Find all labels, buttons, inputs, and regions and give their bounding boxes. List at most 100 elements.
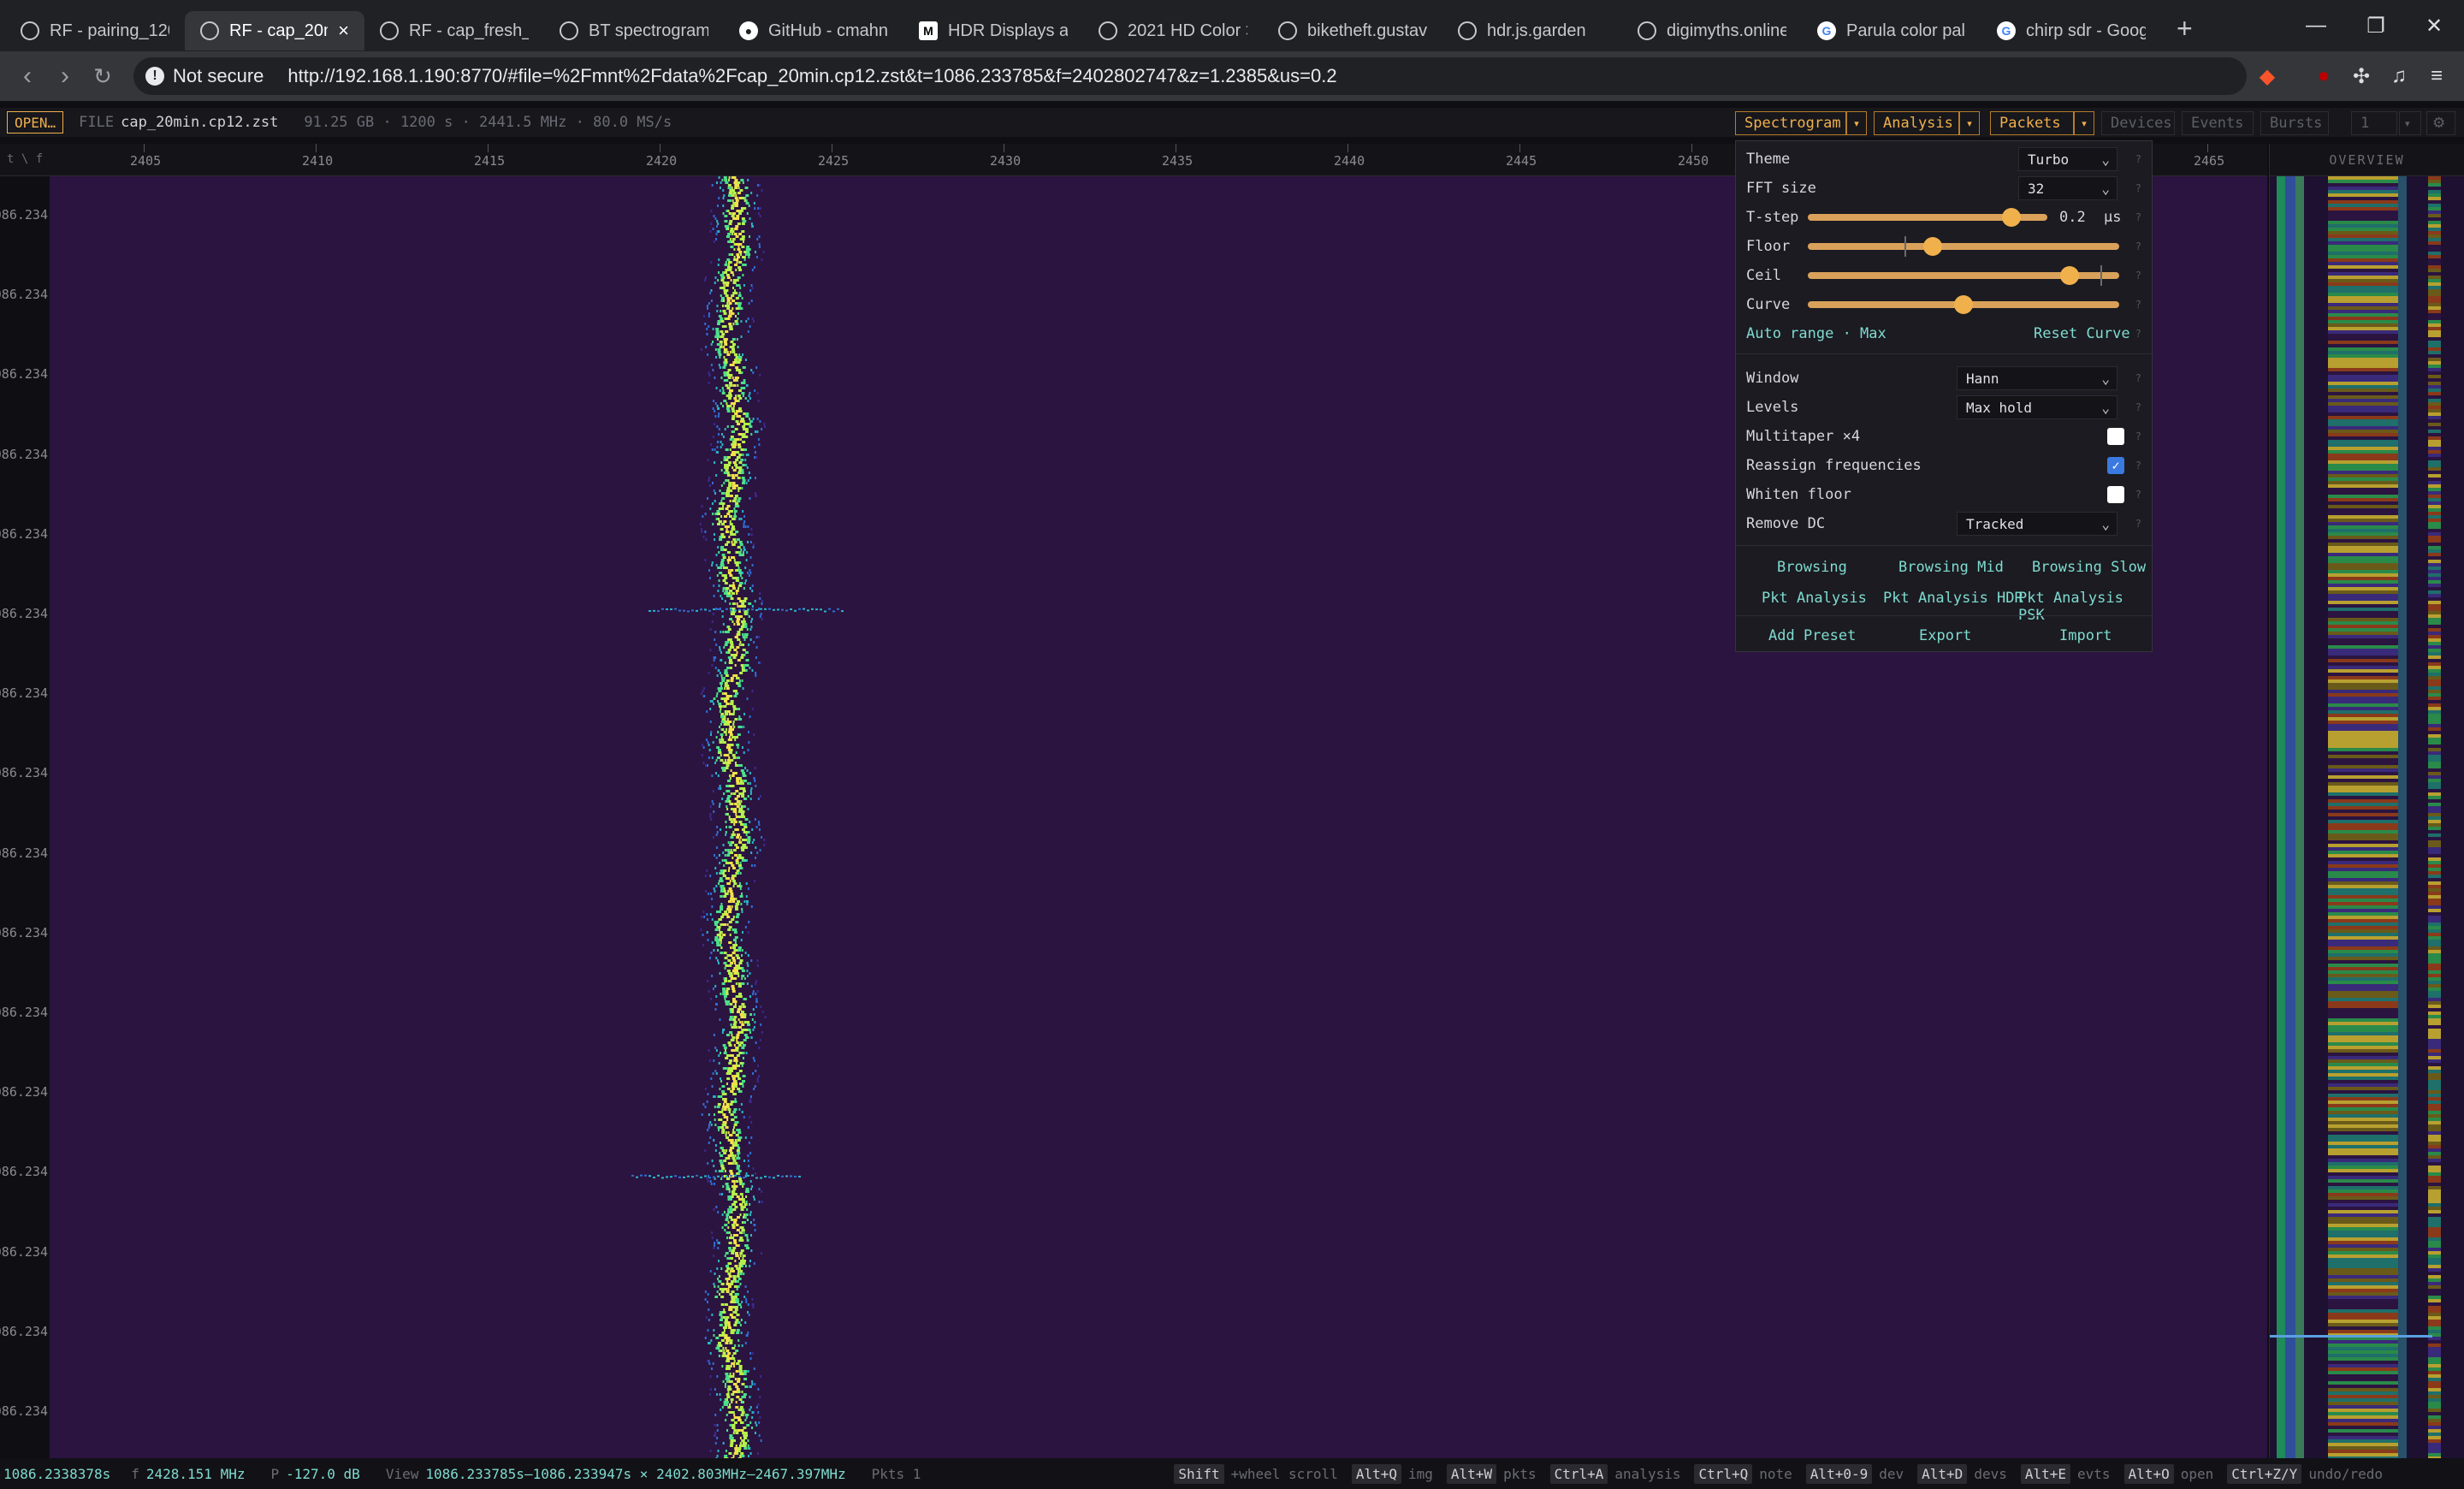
overview-cell [2285, 833, 2295, 837]
analysis-dropdown-icon[interactable]: ▾ [1959, 111, 1980, 135]
new-tab-button[interactable]: + [2177, 13, 2193, 44]
browser-tab[interactable]: Gchirp sdr - Googl [1981, 11, 2161, 50]
ublock-icon[interactable]: ● [2305, 56, 2343, 96]
spectrogram-pixel [730, 1139, 734, 1142]
overview-cell [2428, 707, 2441, 710]
packets-button[interactable]: Packets [1990, 111, 2074, 135]
overview-cell [2398, 1077, 2407, 1080]
spectrogram-pixel [754, 780, 756, 782]
burst-pixel [631, 1174, 634, 1177]
close-window-icon[interactable]: ✕ [2404, 0, 2464, 51]
spectrogram-pixel [746, 1021, 750, 1023]
burst-pixel [760, 1177, 762, 1179]
spectrogram-pixel [740, 335, 743, 338]
spectrogram-pixel [729, 972, 733, 975]
overview-cell [2428, 857, 2441, 861]
spectrogram-pixel [756, 1077, 759, 1080]
close-tab-icon[interactable]: × [338, 20, 349, 42]
spectrogram-pixel [740, 813, 744, 816]
open-button[interactable]: OPEN… [7, 111, 64, 133]
spectrogram-pixel [757, 1411, 760, 1414]
overview-cell [2328, 857, 2398, 861]
overview-cell [2328, 775, 2398, 779]
spectrogram-pixel [721, 597, 724, 600]
overview-cell [2285, 515, 2295, 519]
overview-cell [2285, 519, 2295, 522]
spectrogram-pixel [702, 911, 705, 913]
browser-tab[interactable]: GParula color palet [1802, 11, 1981, 50]
spectrogram-pixel [745, 194, 749, 197]
browser-tab-active[interactable]: RF - cap_20m × [185, 11, 364, 50]
spectrogram-pixel [759, 615, 761, 618]
spectrogram-pixel [719, 1293, 721, 1296]
minimize-icon[interactable]: — [2286, 0, 2346, 51]
back-icon[interactable]: ‹ [9, 57, 46, 95]
spectrogram-pixel [730, 808, 734, 810]
brave-shield-icon[interactable]: ◆ [2248, 56, 2286, 96]
spectrogram-pixel [730, 1070, 732, 1072]
spectrogram-pixel [731, 425, 735, 428]
media-icon[interactable]: ♫ [2380, 56, 2418, 96]
omnibox[interactable]: ! Not secure http://192.168.1.190:8770/#… [133, 57, 2247, 95]
overview-cell [2285, 758, 2295, 762]
reload-icon[interactable]: ↻ [84, 57, 121, 95]
forward-icon[interactable]: › [46, 57, 84, 95]
analysis-button[interactable]: Analysis [1874, 111, 1959, 135]
menu-icon[interactable]: ≡ [2418, 56, 2455, 96]
spectrogram-pixel [735, 828, 739, 831]
browser-tab[interactable]: ● GitHub - cmahnk [724, 11, 903, 50]
spectrogram-pixel [713, 423, 715, 425]
overview-cell [2428, 245, 2441, 248]
settings-gear-icon[interactable]: ⚙ [2426, 111, 2455, 135]
time-label: 1086.234 [0, 765, 48, 781]
spectrogram-pixel [704, 1149, 707, 1152]
spectrogram-pixel [746, 1208, 749, 1211]
browser-tab[interactable]: BT spectrogram + [544, 11, 724, 50]
browser-tab[interactable]: 2021 HD Color > [1083, 11, 1263, 50]
spectrogram-pixel [749, 289, 752, 292]
time-label: 1086.234 [0, 366, 48, 383]
spectrogram-pixel [734, 228, 737, 230]
overview-cell [2285, 1114, 2295, 1118]
overview-strip[interactable] [2269, 176, 2464, 1458]
spectrogram-pixel [749, 423, 751, 425]
overview-cell [2398, 642, 2407, 645]
url-text[interactable]: http://192.168.1.190:8770/#file=%2Fmnt%2… [287, 65, 1336, 87]
browser-tab[interactable]: biketheft.gustav. [1263, 11, 1442, 50]
spectrogram-pixel [723, 952, 727, 954]
counter-badge[interactable]: 1 [2351, 111, 2397, 135]
spectrogram-pixel [740, 179, 744, 181]
browser-tab[interactable]: hdr.js.garden [1442, 11, 1622, 50]
spectrogram-pixel [706, 305, 708, 307]
restore-icon[interactable]: ❐ [2346, 0, 2406, 51]
spectrogram-pixel [725, 1116, 727, 1118]
overview-cell [2328, 656, 2398, 659]
spectrogram-button[interactable]: Spectrogram [1735, 111, 1846, 135]
devices-button[interactable]: Devices [2101, 111, 2175, 135]
overview-cell [2285, 430, 2295, 433]
browser-tab[interactable]: RF - cap_fresh_15 [364, 11, 544, 50]
overview-cell [2295, 868, 2304, 871]
events-button[interactable]: Events [2182, 111, 2254, 135]
packets-dropdown-icon[interactable]: ▾ [2074, 111, 2094, 135]
overview-cell [2398, 498, 2407, 501]
overview-cell [2398, 536, 2407, 539]
overview-cell [2295, 501, 2304, 505]
extensions-icon[interactable]: ✣ [2343, 56, 2380, 96]
spectrogram-pixel [716, 1437, 719, 1439]
counter-dropdown-icon[interactable]: ▾ [2399, 111, 2421, 135]
spectrogram-pixel [731, 1401, 733, 1403]
browser-tab[interactable]: MHDR Displays and [903, 11, 1083, 50]
spectrogram-pixel [720, 484, 723, 487]
spectrogram-pixel [726, 507, 729, 510]
bursts-button[interactable]: Bursts [2260, 111, 2329, 135]
browser-tab[interactable]: digimyths.online [1622, 11, 1802, 50]
overview-cell [2277, 1176, 2285, 1179]
overview-cell [2398, 621, 2407, 625]
spectrogram-pixel [737, 816, 740, 818]
spectrogram-pixel [727, 959, 732, 962]
overview-cell [2398, 464, 2407, 467]
browser-tab[interactable]: RF - pairing_120s [5, 11, 185, 50]
spectrogram-dropdown-icon[interactable]: ▾ [1846, 111, 1867, 135]
spectrogram-pixel [727, 1054, 732, 1057]
